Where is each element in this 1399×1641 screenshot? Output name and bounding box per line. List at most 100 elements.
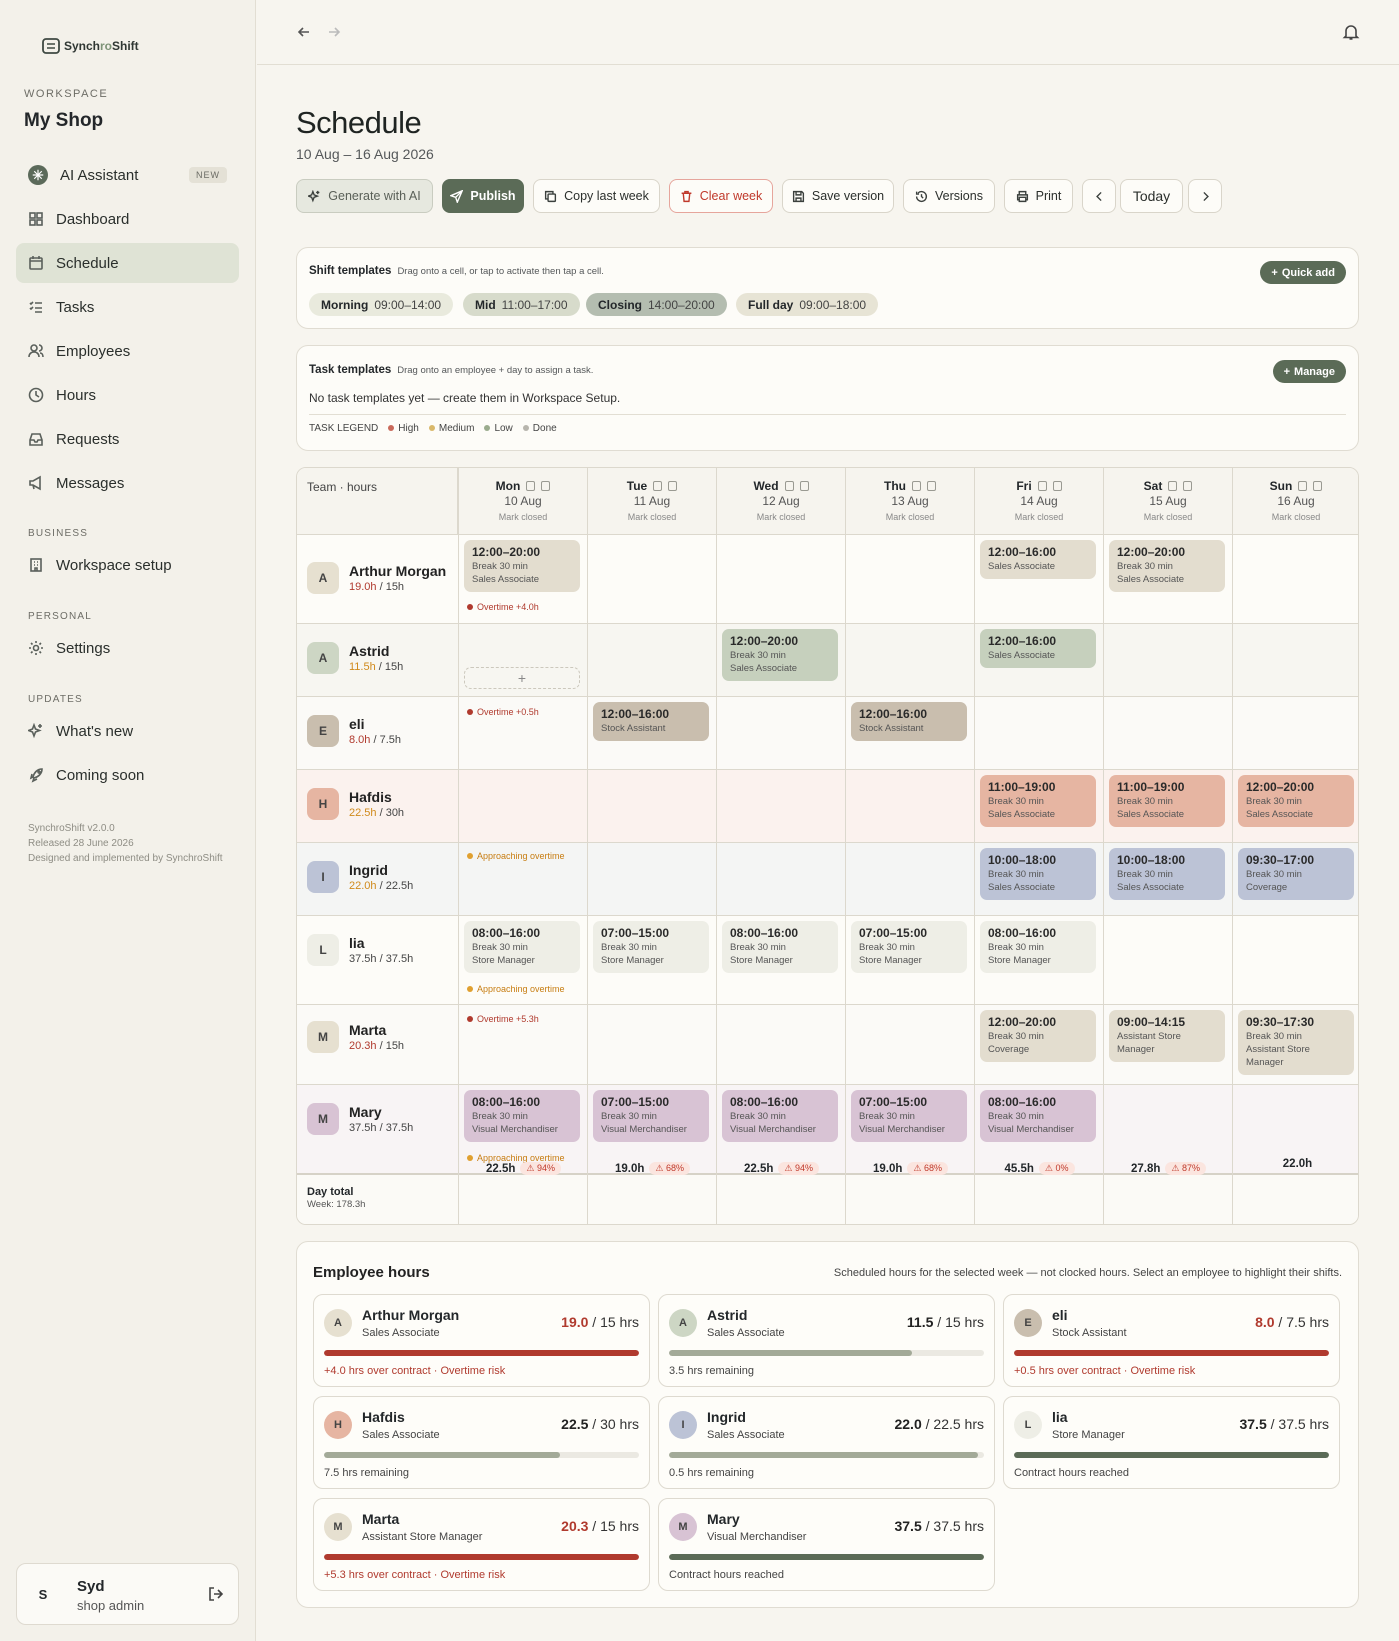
back-arrow-icon[interactable] (295, 23, 313, 41)
template-morning[interactable]: Morning 09:00–14:00 (309, 293, 454, 316)
shift-card[interactable]: 08:00–16:00 Break 30 min Visual Merchandis… (980, 1090, 1096, 1142)
mark-closed-link[interactable]: Mark closed (975, 512, 1103, 522)
employee-row-header[interactable]: A Astrid 11.5h / 15h (307, 642, 403, 674)
today-button[interactable]: Today (1120, 179, 1183, 213)
mark-closed-link[interactable]: Mark closed (717, 512, 845, 522)
employee-row-header[interactable]: H Hafdis 22.5h / 30h (307, 788, 404, 820)
shift-card[interactable]: 08:00–16:00 Break 30 min Visual Merchandis… (722, 1090, 838, 1142)
shift-card[interactable]: 08:00–16:00 Break 30 min Store Manager (722, 921, 838, 973)
sidebar-item-tasks[interactable]: Tasks (16, 287, 239, 327)
divider (458, 468, 459, 1224)
shift-card[interactable]: 07:00–15:00 Break 30 min Visual Merchandis… (851, 1090, 967, 1142)
sidebar-item-requests[interactable]: Requests (16, 419, 239, 459)
copy-day-icon[interactable] (653, 481, 663, 491)
copy-day-icon[interactable] (784, 481, 794, 491)
trash-day-icon[interactable] (541, 481, 551, 491)
shift-card[interactable]: 12:00–16:00 Sales Associate (980, 540, 1096, 579)
shift-card[interactable]: 12:00–20:00 Break 30 min Sales Associate (722, 629, 838, 681)
versions-button[interactable]: Versions (903, 179, 995, 213)
shift-card[interactable]: 12:00–20:00 Break 30 min Sales Associate (1109, 540, 1225, 592)
sidebar-item-hours[interactable]: Hours (16, 375, 239, 415)
shift-card[interactable]: 07:00–15:00 Break 30 min Store Manager (593, 921, 709, 973)
employee-row-header[interactable]: A Arthur Morgan 19.0h / 15h (307, 562, 446, 594)
employee-row-header[interactable]: M Mary 37.5h / 37.5h (307, 1103, 413, 1135)
add-shift-button[interactable]: + (464, 667, 580, 689)
quick-add-button[interactable]: + Quick add (1260, 261, 1346, 284)
mark-closed-link[interactable]: Mark closed (846, 512, 974, 522)
logout-icon[interactable] (208, 1586, 224, 1605)
template-closing[interactable]: Closing 14:00–20:00 (586, 293, 727, 316)
shift-card[interactable]: 10:00–18:00 Break 30 min Sales Associate (1109, 848, 1225, 900)
employee-hours-card[interactable]: M Marta Assistant Store Manager 20.3 / 15 h… (313, 1498, 650, 1591)
copy-day-icon[interactable] (526, 481, 536, 491)
shift-card[interactable]: 12:00–20:00 Break 30 min Sales Associate (1238, 775, 1354, 827)
shift-card[interactable]: 07:00–15:00 Break 30 min Visual Merchandis… (593, 1090, 709, 1142)
shift-card[interactable]: 09:00–14:15 Assistant Store Manager (1109, 1010, 1225, 1062)
previous-week-button[interactable] (1082, 179, 1116, 213)
shift-card[interactable]: 11:00–19:00 Break 30 min Sales Associate (1109, 775, 1225, 827)
shift-card[interactable]: 12:00–16:00 Sales Associate (980, 629, 1096, 668)
employee-row-header[interactable]: Llia 37.5h / 37.5h (307, 934, 413, 966)
shift-card[interactable]: 09:30–17:30 Break 30 min Assistant Store M… (1238, 1010, 1354, 1075)
sidebar-item-schedule[interactable]: Schedule (16, 243, 239, 283)
template-full-day[interactable]: Full day 09:00–18:00 (736, 293, 879, 316)
sidebar-item-whats-new[interactable]: What's new (16, 711, 239, 751)
shift-card[interactable]: 08:00–16:00 Break 30 min Store Manager (464, 921, 580, 973)
clear-week-button[interactable]: Clear week (669, 179, 773, 213)
copy-last-week-button[interactable]: Copy last week (533, 179, 660, 213)
trash-day-icon[interactable] (1052, 481, 1062, 491)
sidebar-item-settings[interactable]: Settings (16, 628, 239, 668)
mark-closed-link[interactable]: Mark closed (588, 512, 716, 522)
next-week-button[interactable] (1188, 179, 1222, 213)
trash-day-icon[interactable] (927, 481, 936, 491)
mark-closed-link[interactable]: Mark closed (1104, 512, 1232, 522)
shift-card[interactable]: 12:00–20:00 Break 30 min Sales Associate (464, 540, 580, 592)
employee-hours-card[interactable]: H Hafdis Sales Associate 22.5 / 30 hrs 7.5 h… (313, 1396, 650, 1489)
shift-card[interactable]: 07:00–15:00 Break 30 min Store Manager (851, 921, 967, 973)
mark-closed-link[interactable]: Mark closed (459, 512, 587, 522)
shift-card[interactable]: 11:00–19:00 Break 30 min Sales Associate (980, 775, 1096, 827)
employee-hours-card[interactable]: A Arthur Morgan Sales Associate 19.0 / 15 h… (313, 1294, 650, 1387)
sidebar-item-employees[interactable]: Employees (16, 331, 239, 371)
copy-day-icon[interactable] (912, 481, 921, 491)
save-version-button[interactable]: Save version (782, 179, 894, 213)
employee-hours-card[interactable]: A Astrid Sales Associate 11.5 / 15 hrs 3.5 h… (658, 1294, 995, 1387)
employee-row-header[interactable]: I Ingrid 22.0h / 22.5h (307, 861, 413, 893)
shift-card[interactable]: 12:00–20:00 Break 30 min Coverage (980, 1010, 1096, 1062)
publish-button[interactable]: Publish (442, 179, 524, 213)
employee-row-header[interactable]: M Marta 20.3h / 15h (307, 1021, 404, 1053)
copy-day-icon[interactable] (1168, 481, 1178, 491)
forward-arrow-icon[interactable] (325, 23, 343, 41)
trash-day-icon[interactable] (1313, 481, 1323, 491)
trash-day-icon[interactable] (799, 481, 809, 491)
copy-day-icon[interactable] (1298, 481, 1308, 491)
employee-hours-card[interactable]: M Mary Visual Merchandiser 37.5 / 37.5 hrs C… (658, 1498, 995, 1591)
app-logo[interactable]: SynchroShift (42, 38, 139, 54)
shift-card[interactable]: 12:00–16:00 Stock Assistant (593, 702, 709, 741)
sidebar-item-workspace-setup[interactable]: Workspace setup (16, 545, 239, 585)
employee-hours-card[interactable]: I Ingrid Sales Associate 22.0 / 22.5 hrs 0.5… (658, 1396, 995, 1489)
print-button[interactable]: Print (1004, 179, 1073, 213)
manage-button[interactable]: + Manage (1272, 360, 1346, 383)
shift-card[interactable]: 12:00–16:00 Stock Assistant (851, 702, 967, 741)
generate-ai-button[interactable]: Generate with AI (296, 179, 433, 213)
shift-card[interactable]: 09:30–17:00 Break 30 min Coverage (1238, 848, 1354, 900)
shift-card[interactable]: 10:00–18:00 Break 30 min Sales Associate (980, 848, 1096, 900)
template-mid[interactable]: Mid 11:00–17:00 (463, 293, 580, 316)
employee-hours-card[interactable]: Eeli Stock Assistant 8.0 / 7.5 hrs +0.5 hrs… (1003, 1294, 1340, 1387)
trash-day-icon[interactable] (1183, 481, 1193, 491)
employee-row-header[interactable]: Eeli 8.0h / 7.5h (307, 715, 401, 747)
workspace-name[interactable]: My Shop (24, 110, 103, 132)
sidebar-item-messages[interactable]: Messages (16, 463, 239, 503)
shift-card[interactable]: 08:00–16:00 Break 30 min Visual Merchandis… (464, 1090, 580, 1142)
trash-day-icon[interactable] (668, 481, 678, 491)
mark-closed-link[interactable]: Mark closed (1233, 512, 1358, 522)
employee-hours-card[interactable]: Llia Store Manager 37.5 / 37.5 hrs Contract… (1003, 1396, 1340, 1489)
copy-day-icon[interactable] (1037, 481, 1047, 491)
bell-icon[interactable] (1342, 23, 1360, 41)
user-profile[interactable]: S Syd shop admin (16, 1563, 239, 1625)
sidebar-item-dashboard[interactable]: Dashboard (16, 199, 239, 239)
shift-card[interactable]: 08:00–16:00 Break 30 min Store Manager (980, 921, 1096, 973)
sidebar-item-coming-soon[interactable]: Coming soon (16, 755, 239, 795)
sidebar-item-ai-assistant[interactable]: AI Assistant NEW (16, 155, 239, 195)
